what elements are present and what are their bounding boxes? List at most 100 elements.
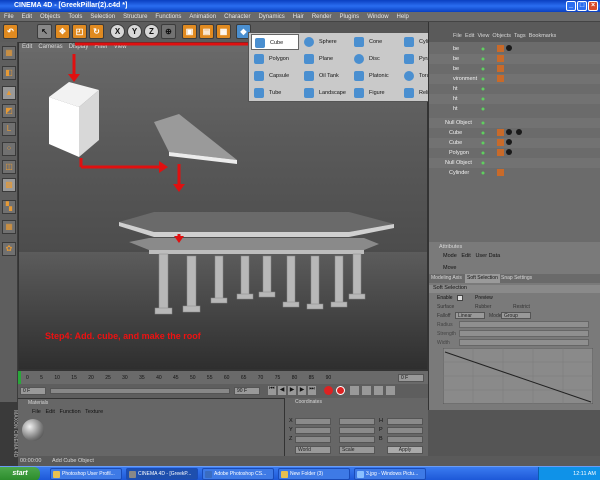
undo-icon[interactable]: ↶ <box>3 24 18 39</box>
menu-item-tube[interactable]: Tube <box>251 85 299 101</box>
size-z-input[interactable] <box>339 436 375 443</box>
pos-x-input[interactable] <box>295 418 331 425</box>
menu-objects[interactable]: Objects <box>36 12 64 22</box>
frame-range-slider[interactable] <box>50 388 230 394</box>
polygons-tool-icon[interactable]: ▩ <box>2 178 16 192</box>
falloff-dropdown[interactable]: Linear <box>455 312 485 319</box>
mat-menu-file[interactable]: File <box>32 409 41 415</box>
points-tool-icon[interactable]: ⁘ <box>2 142 16 156</box>
om-menu-tags[interactable]: Tags <box>514 33 526 39</box>
menu-edit[interactable]: Edit <box>18 12 36 22</box>
goto-end-icon[interactable]: ⏭ <box>308 386 316 395</box>
taskbar-item[interactable]: Adobe Photoshop CS... <box>202 468 274 480</box>
brush-icon[interactable]: ✿ <box>2 242 16 256</box>
om-menu-objects[interactable]: Objects <box>492 33 511 39</box>
coord-mode-dropdown[interactable]: World <box>295 446 331 454</box>
menu-structure[interactable]: Structure <box>119 12 151 22</box>
object-tool-icon[interactable]: ▲ <box>2 86 16 100</box>
model-tool-icon[interactable]: ◧ <box>2 66 16 80</box>
tab-snap-settings[interactable]: Snap Settings <box>501 275 532 281</box>
width-slider[interactable] <box>459 339 589 346</box>
edges-tool-icon[interactable]: ◫ <box>2 160 16 174</box>
menu-help[interactable]: Help <box>393 12 413 22</box>
menu-item-figure[interactable]: Figure <box>351 85 399 101</box>
vp-menu-edit[interactable]: Edit <box>19 43 35 52</box>
menu-item-platonic[interactable]: Platonic <box>351 68 399 84</box>
pos-y-input[interactable] <box>295 427 331 434</box>
menu-character[interactable]: Character <box>220 12 254 22</box>
tab-soft-selection[interactable]: Soft Selection <box>465 274 500 283</box>
menu-hair[interactable]: Hair <box>289 12 308 22</box>
keyframe-icon[interactable] <box>374 386 383 395</box>
material-swatch[interactable] <box>22 419 44 441</box>
menu-item-oil-tank[interactable]: Oil Tank <box>301 68 349 84</box>
menu-item-polygon[interactable]: Polygon <box>251 51 299 67</box>
keyframe-icon[interactable] <box>362 386 371 395</box>
menu-window[interactable]: Window <box>363 12 392 22</box>
om-menu-bookmarks[interactable]: Bookmarks <box>529 33 557 39</box>
menu-item-cone[interactable]: Cone <box>351 34 399 50</box>
attr-menu-edit[interactable]: Edit <box>461 253 470 259</box>
menu-item-sphere[interactable]: Sphere <box>301 34 349 50</box>
rot-b-input[interactable] <box>387 436 423 443</box>
timeline-frame-field[interactable]: 0 F <box>398 374 424 382</box>
mat-menu-function[interactable]: Function <box>60 409 81 415</box>
om-menu-edit[interactable]: Edit <box>465 33 474 39</box>
grid-icon[interactable]: ▦ <box>2 220 16 234</box>
taskbar-item[interactable]: 3.jpg - Windows Pictu... <box>354 468 426 480</box>
falloff-curve-graph[interactable] <box>443 348 593 404</box>
minimize-button[interactable]: _ <box>566 1 576 11</box>
menu-dynamics[interactable]: Dynamics <box>254 12 288 22</box>
texture-tool-icon[interactable]: ◩ <box>2 104 16 118</box>
step-forward-icon[interactable]: ▶ <box>298 386 306 395</box>
end-frame-field[interactable]: 90 F <box>234 387 260 395</box>
close-button[interactable]: × <box>588 1 598 11</box>
view-layout-icon[interactable]: ▦ <box>2 46 16 60</box>
taskbar-item[interactable]: Photoshop User Profil... <box>50 468 122 480</box>
start-button[interactable]: start <box>0 467 40 480</box>
keyframe-icon[interactable] <box>350 386 359 395</box>
taskbar-item[interactable]: New Folder (3) <box>278 468 350 480</box>
apply-button[interactable]: Apply <box>387 446 423 454</box>
radius-slider[interactable] <box>459 321 589 328</box>
live-selection-icon[interactable]: ↖ <box>37 24 52 39</box>
keyframe-icon[interactable] <box>386 386 395 395</box>
checker-icon[interactable]: ▚ <box>2 200 16 214</box>
taskbar-item-active[interactable]: CINEMA 4D - [GreekP... <box>126 468 198 480</box>
menu-tools[interactable]: Tools <box>64 12 86 22</box>
menu-animation[interactable]: Animation <box>185 12 220 22</box>
maximize-button[interactable]: □ <box>577 1 587 11</box>
menu-item-cube[interactable]: Cube <box>251 34 299 50</box>
mat-menu-texture[interactable]: Texture <box>85 409 103 415</box>
size-y-input[interactable] <box>339 427 375 434</box>
play-icon[interactable]: ▶ <box>288 386 296 395</box>
menu-render[interactable]: Render <box>308 12 336 22</box>
goto-start-icon[interactable]: ⏮ <box>268 386 276 395</box>
om-menu-view[interactable]: View <box>477 33 489 39</box>
rot-p-input[interactable] <box>387 427 423 434</box>
timeline-ruler[interactable]: 0 5 10 15 20 25 30 35 40 45 50 55 60 65 … <box>18 370 428 385</box>
vp-menu-cameras[interactable]: Cameras <box>35 43 65 52</box>
menu-functions[interactable]: Functions <box>151 12 185 22</box>
pos-z-input[interactable] <box>295 436 331 443</box>
current-frame-field[interactable]: 0 F <box>20 387 46 395</box>
menu-plugins[interactable]: Plugins <box>336 12 364 22</box>
step-back-icon[interactable]: ◀ <box>278 386 286 395</box>
size-x-input[interactable] <box>339 418 375 425</box>
mode-dropdown[interactable]: Group <box>501 312 531 319</box>
menu-file[interactable]: File <box>0 12 18 22</box>
attr-menu-user-data[interactable]: User Data <box>475 253 500 259</box>
mat-menu-edit[interactable]: Edit <box>45 409 54 415</box>
menu-item-plane[interactable]: Plane <box>301 51 349 67</box>
strength-slider[interactable] <box>459 330 589 337</box>
tab-modeling-axis[interactable]: Modeling Axis <box>431 275 462 281</box>
attr-menu-mode[interactable]: Mode <box>443 253 457 259</box>
record-icon[interactable] <box>324 386 333 395</box>
axis-tool-icon[interactable]: L <box>2 122 16 136</box>
move-icon[interactable]: ✥ <box>55 24 70 39</box>
autokey-icon[interactable] <box>336 386 345 395</box>
menu-selection[interactable]: Selection <box>86 12 119 22</box>
coord-scale-dropdown[interactable]: Scale <box>339 446 375 454</box>
om-menu-file[interactable]: File <box>453 33 462 39</box>
menu-item-capsule[interactable]: Capsule <box>251 68 299 84</box>
